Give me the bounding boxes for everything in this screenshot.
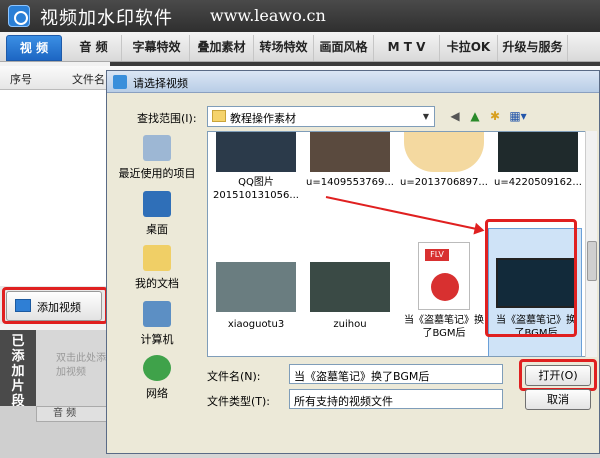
highlight-selected-file <box>485 219 577 337</box>
added-clips-tab[interactable]: 已添加片段 <box>0 330 36 409</box>
lookin-value: 教程操作素材 <box>230 112 296 125</box>
tab-picture-style[interactable]: 画面风格 <box>314 35 374 61</box>
file-thumbnail[interactable] <box>310 262 390 312</box>
flv-file-icon[interactable]: FLV <box>418 242 470 310</box>
dialog-title: 请选择视频 <box>133 77 188 90</box>
network-globe-icon <box>143 355 171 381</box>
file-name[interactable]: u=2013706897... <box>398 176 490 189</box>
tab-overlay-material[interactable]: 叠加素材 <box>190 35 254 61</box>
cancel-button[interactable]: 取消 <box>525 389 591 410</box>
column-index[interactable]: 序号 <box>10 71 32 87</box>
file-thumbnail[interactable] <box>310 132 390 172</box>
documents-folder-icon <box>143 245 171 271</box>
play-icon <box>431 273 459 301</box>
filetype-select[interactable]: 所有支持的视频文件 <box>289 389 503 409</box>
file-name[interactable]: xiaoguotu3 <box>210 318 302 331</box>
file-list-scrollbar[interactable] <box>585 131 597 357</box>
place-computer[interactable]: 计算机 <box>113 297 201 353</box>
tab-upgrade-service[interactable]: 升级与服务 <box>498 35 568 61</box>
place-recent-label: 最近使用的项目 <box>118 167 196 180</box>
app-url: www.leawo.cn <box>210 6 326 25</box>
main-tab-strip: 视 频 音 频 字幕特效 叠加素材 转场特效 画面风格 M T V 卡拉OK 升… <box>0 32 600 62</box>
place-network[interactable]: 网络 <box>113 351 201 407</box>
place-documents[interactable]: 我的文档 <box>113 241 201 297</box>
added-clips-label: 已添加片段 <box>11 334 25 409</box>
highlight-open-button <box>519 359 597 391</box>
scrollbar-thumb[interactable] <box>587 241 597 281</box>
flv-badge: FLV <box>425 249 449 261</box>
dialog-app-icon <box>113 75 127 89</box>
back-icon[interactable]: ◀ <box>447 108 463 124</box>
new-folder-icon[interactable]: ✱ <box>487 108 503 124</box>
highlight-add-video <box>2 287 108 324</box>
lookin-dropdown[interactable]: 教程操作素材 ▼ <box>207 106 435 127</box>
column-filename[interactable]: 文件名 <box>72 71 105 87</box>
video-list[interactable] <box>0 90 110 286</box>
tab-audio[interactable]: 音 频 <box>66 35 122 61</box>
place-documents-label: 我的文档 <box>135 277 179 290</box>
file-name[interactable]: u=1409553769... <box>304 176 396 189</box>
file-thumbnail[interactable] <box>404 132 484 172</box>
lookin-label: 查找范围(I): <box>137 112 197 125</box>
place-computer-label: 计算机 <box>140 333 174 346</box>
place-desktop[interactable]: 桌面 <box>113 187 201 243</box>
dialog-title-bar[interactable]: 请选择视频 <box>107 71 599 93</box>
file-thumbnail[interactable] <box>498 132 578 172</box>
computer-icon <box>143 301 171 327</box>
file-thumbnail[interactable] <box>216 132 296 172</box>
up-folder-icon[interactable]: ▲ <box>467 108 483 124</box>
chevron-down-icon[interactable]: ▼ <box>418 107 434 126</box>
filename-input[interactable]: 当《盗墓笔记》换了BGM后 <box>289 364 503 384</box>
file-name[interactable]: 当《盗墓笔记》换 了BGM后 <box>398 314 490 340</box>
tab-karaoke[interactable]: 卡拉OK <box>440 35 498 61</box>
file-thumbnail[interactable] <box>216 262 296 312</box>
tab-mtv[interactable]: M T V <box>374 35 440 61</box>
file-name[interactable]: u=4220509162... <box>492 176 584 189</box>
added-clips-area[interactable]: 双击此处添加视频 <box>36 330 110 406</box>
places-bar: 最近使用的项目 桌面 我的文档 计算机 网络 <box>113 129 201 401</box>
desktop-icon <box>143 191 171 217</box>
folder-icon <box>212 110 226 122</box>
place-desktop-label: 桌面 <box>146 223 168 236</box>
tab-transition-effects[interactable]: 转场特效 <box>254 35 314 61</box>
app-title-bar: 视频加水印软件 www.leawo.cn <box>0 0 600 32</box>
tab-subtitle-effects[interactable]: 字幕特效 <box>124 35 190 61</box>
app-title: 视频加水印软件 <box>40 8 173 29</box>
file-name[interactable]: zuihou <box>304 318 396 331</box>
app-logo-icon <box>8 5 30 27</box>
place-recent[interactable]: 最近使用的项目 <box>113 131 201 187</box>
filetype-label: 文件类型(T): <box>207 395 271 408</box>
drop-hint: 双击此处添加视频 <box>56 353 106 378</box>
filename-label: 文件名(N): <box>207 370 261 383</box>
recent-items-icon <box>143 135 171 161</box>
view-menu-icon[interactable]: ▦▾ <box>507 108 529 124</box>
file-name[interactable]: QQ图片 201510131056... <box>210 176 302 202</box>
audio-header: 音 频 <box>36 406 110 422</box>
open-video-dialog: 请选择视频 查找范围(I): 教程操作素材 ▼ ◀ ▲ ✱ ▦▾ 最近使用的项目… <box>106 70 600 454</box>
place-network-label: 网络 <box>146 387 168 400</box>
tab-video[interactable]: 视 频 <box>6 35 62 61</box>
